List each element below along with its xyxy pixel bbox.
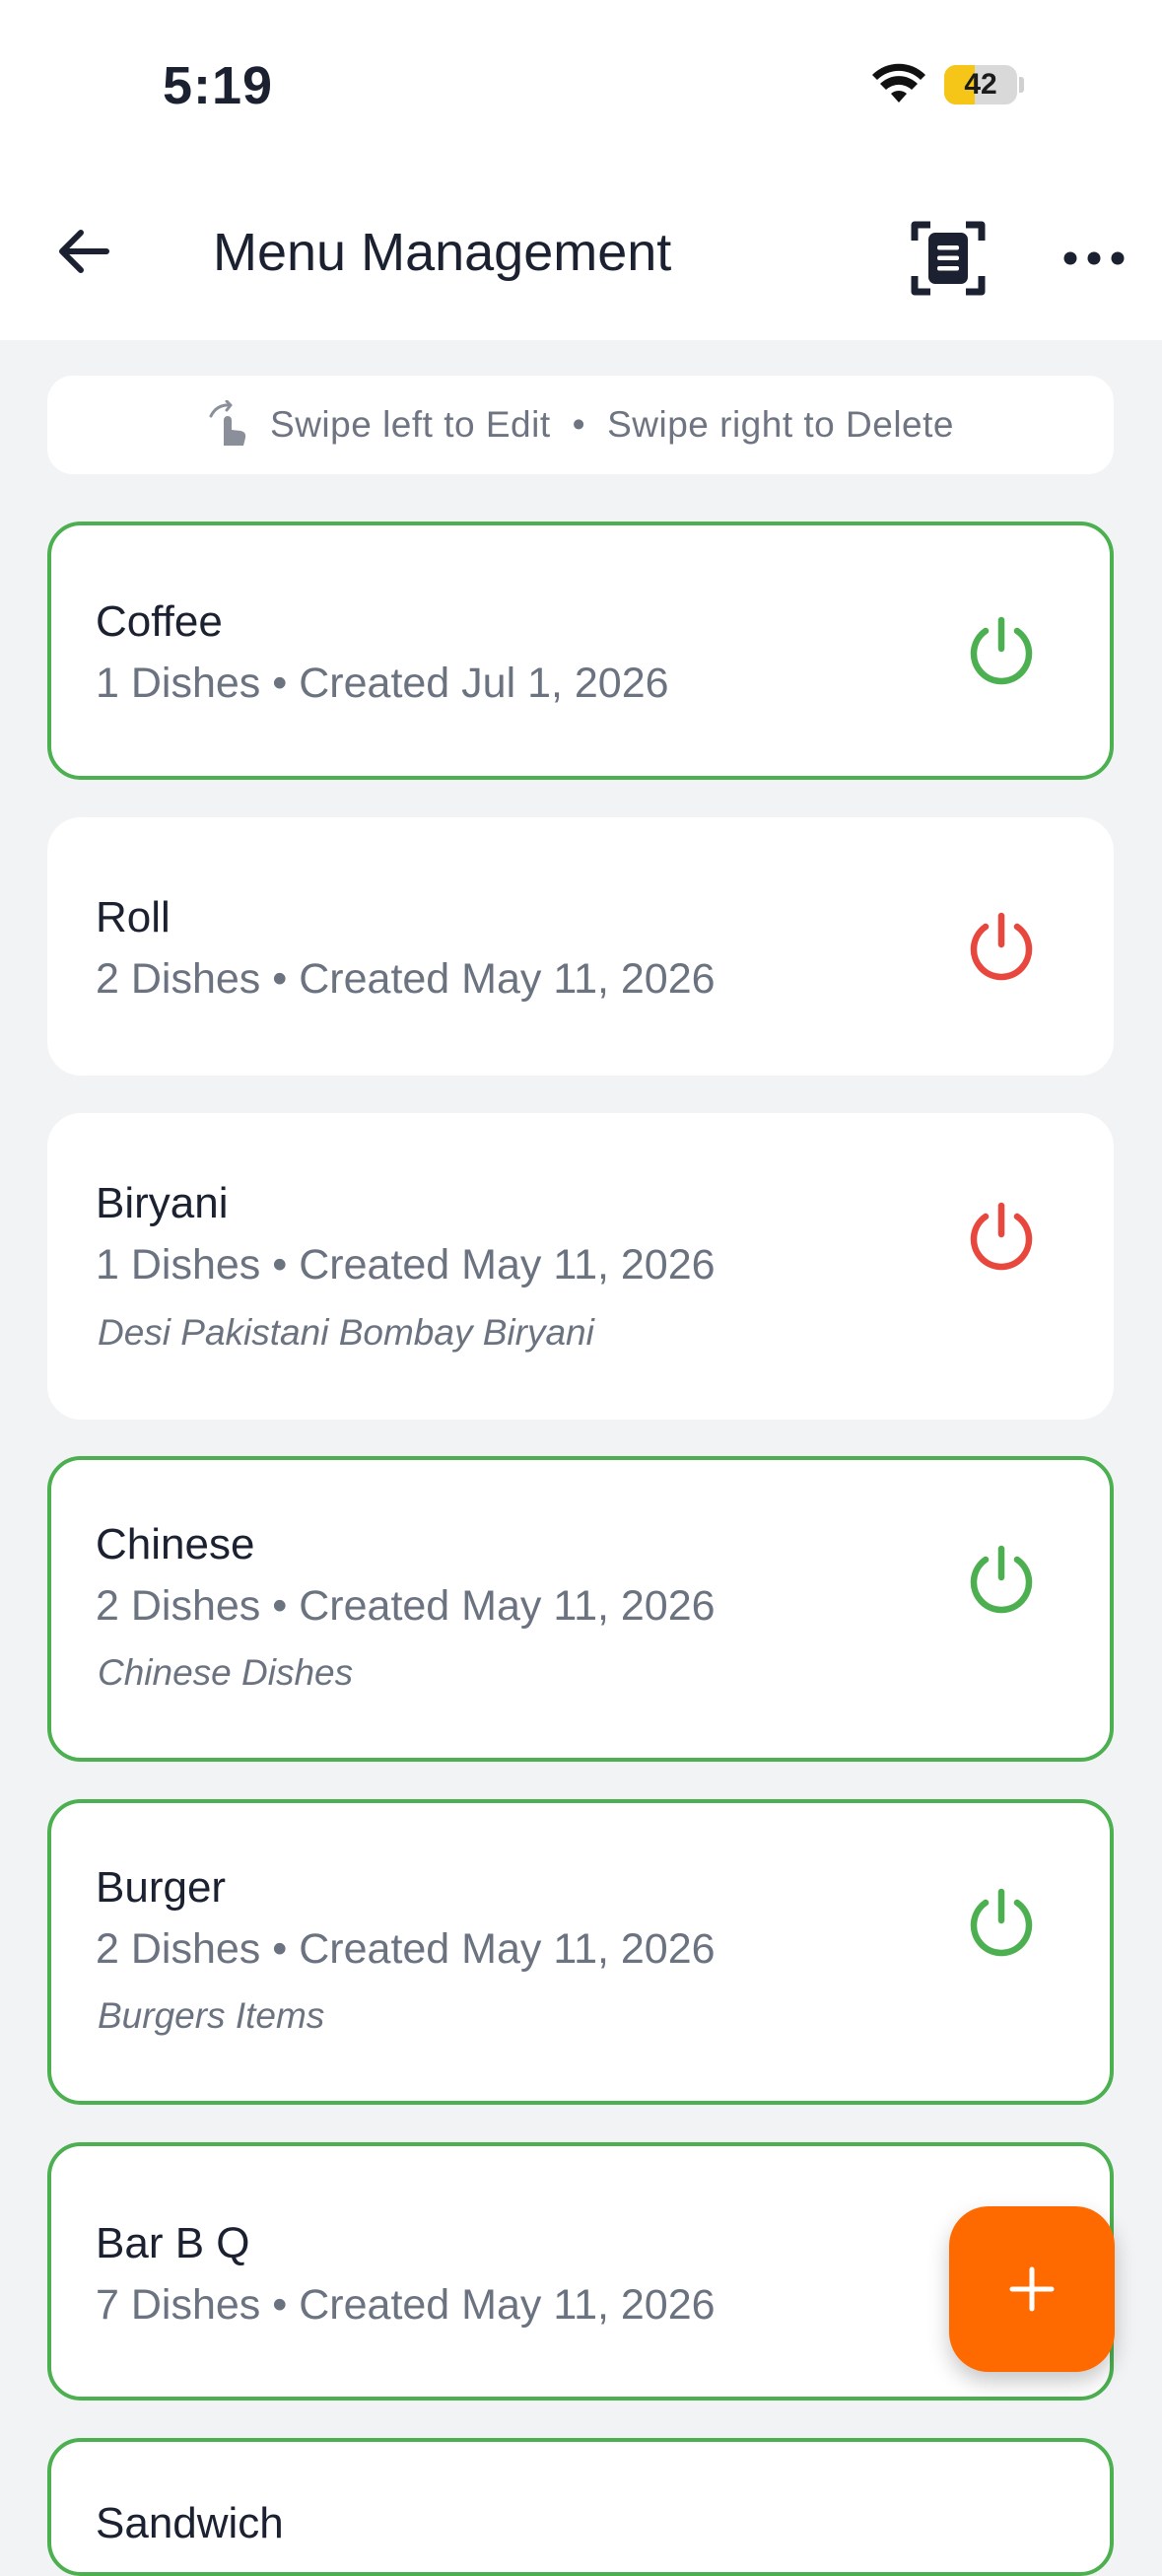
status-bar: 5:19 42 (0, 0, 1162, 173)
category-name: Biryani (96, 1179, 229, 1227)
category-meta: 7 Dishes • Created May 11, 2026 (96, 2281, 716, 2329)
more-horizontal-icon[interactable] (1059, 229, 1128, 288)
category-name: Chinese (96, 1520, 255, 1568)
battery-tip (1019, 77, 1024, 93)
power-toggle-icon[interactable] (965, 614, 1038, 687)
add-category-button[interactable] (949, 2206, 1115, 2372)
category-meta: 2 Dishes • Created May 11, 2026 (96, 1925, 716, 1973)
swipe-hint: Swipe left to Edit • Swipe right to Dele… (47, 376, 1114, 474)
plus-icon (1009, 2266, 1055, 2312)
power-toggle-icon[interactable] (965, 1200, 1038, 1273)
category-card-biryani[interactable]: Biryani 1 Dishes • Created May 11, 2026 … (47, 1113, 1114, 1420)
swipe-hand-icon (209, 400, 246, 446)
category-name: Burger (96, 1863, 227, 1912)
category-card-roll[interactable]: Roll 2 Dishes • Created May 11, 2026 (47, 817, 1114, 1076)
category-name: Bar B Q (96, 2219, 250, 2267)
category-meta: 1 Dishes • Created May 11, 2026 (96, 1241, 716, 1288)
page-title: Menu Management (213, 223, 672, 282)
hint-edit: Swipe left to Edit (270, 404, 551, 445)
category-description: Burgers Items (98, 1995, 325, 2036)
hint-separator: • (572, 404, 586, 445)
category-card-chinese[interactable]: Chinese 2 Dishes • Created May 11, 2026 … (47, 1456, 1114, 1762)
power-toggle-icon[interactable] (965, 910, 1038, 983)
wifi-icon (872, 63, 925, 103)
category-name: Sandwich (96, 2499, 284, 2547)
power-toggle-icon[interactable] (965, 1886, 1038, 1959)
category-card-coffee[interactable]: Coffee 1 Dishes • Created Jul 1, 2026 (47, 522, 1114, 780)
category-name: Roll (96, 893, 171, 941)
category-meta: 1 Dishes • Created Jul 1, 2026 (96, 660, 669, 707)
category-name: Coffee (96, 597, 223, 646)
document-scan-icon[interactable] (909, 219, 988, 298)
power-toggle-icon[interactable] (965, 1543, 1038, 1616)
category-card-burger[interactable]: Burger 2 Dishes • Created May 11, 2026 B… (47, 1799, 1114, 2105)
status-time: 5:19 (163, 56, 274, 115)
category-meta: 2 Dishes • Created May 11, 2026 (96, 1582, 716, 1630)
battery-level: 42 (964, 68, 997, 101)
hint-delete: Swipe right to Delete (607, 404, 954, 445)
back-arrow-icon[interactable] (49, 217, 118, 286)
category-meta: 2 Dishes • Created May 11, 2026 (96, 955, 716, 1003)
category-description: Desi Pakistani Bombay Biryani (98, 1312, 594, 1353)
category-card-sandwich[interactable]: Sandwich (47, 2438, 1114, 2576)
battery-icon: 42 (944, 65, 1017, 104)
category-description: Chinese Dishes (98, 1652, 354, 1693)
